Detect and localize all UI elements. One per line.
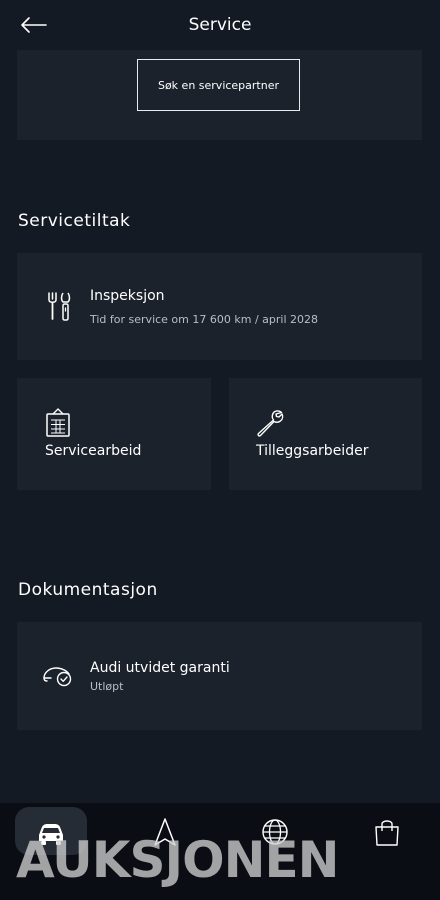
find-service-partner-button[interactable]: Søk en servicepartner — [137, 59, 300, 111]
service-work-label: Servicearbeid — [45, 443, 142, 459]
warranty-label: Audi utvidet garanti — [90, 660, 230, 676]
additional-work-label: Tilleggsarbeider — [256, 443, 369, 459]
warranty-status: Utløpt — [90, 680, 124, 693]
service-actions-title: Servicetiltak — [18, 211, 131, 231]
inspection-detail: Tid for service om 17 600 km / april 202… — [90, 313, 318, 326]
nav-shop-button[interactable] — [367, 813, 407, 853]
warranty-card[interactable] — [17, 622, 422, 730]
car-warranty-icon — [43, 667, 72, 687]
shopping-bag-icon — [375, 820, 399, 846]
documentation-title: Dokumentasjon — [18, 580, 158, 600]
page-title: Service — [188, 15, 252, 35]
tools-icon — [48, 292, 71, 321]
inspection-card[interactable] — [17, 253, 422, 360]
wrench-icon — [257, 410, 284, 437]
watermark-logo: AUKSJONEN — [16, 831, 339, 889]
service-list-icon — [46, 408, 70, 437]
app-header: Service — [0, 0, 440, 50]
inspection-label: Inspeksjon — [90, 288, 165, 304]
